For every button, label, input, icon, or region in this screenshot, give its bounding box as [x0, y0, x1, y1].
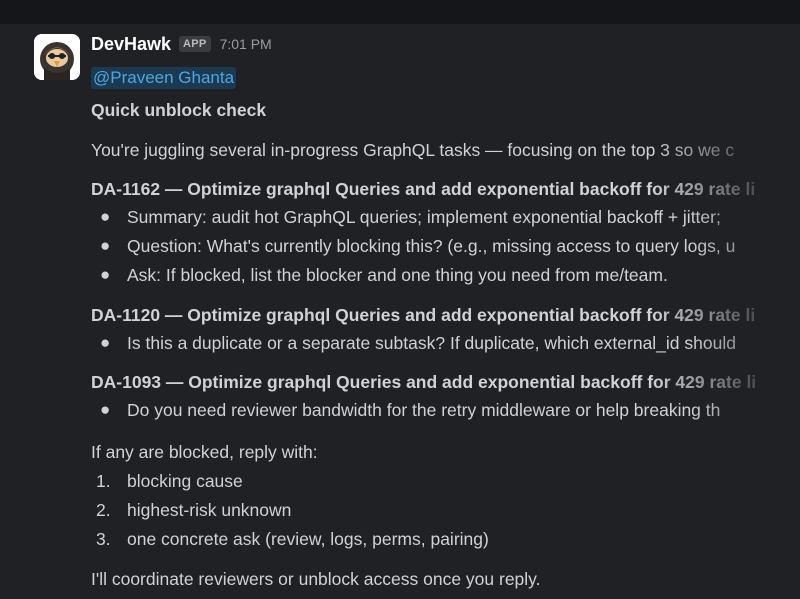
reply-prompt: If any are blocked, reply with: [91, 442, 318, 462]
task-bullet: Summary: audit hot GraphQL queries; impl… [127, 207, 721, 227]
list-number: 3. [96, 529, 111, 549]
hawk-avatar-icon[interactable] [34, 34, 80, 80]
list-item: blocking cause [127, 471, 243, 491]
task-bullet: Do you need reviewer bandwidth for the r… [127, 400, 721, 420]
user-mention[interactable]: @Praveen Ghanta [91, 67, 237, 89]
bullet-dot: ● [100, 207, 111, 226]
timestamp[interactable]: 7:01 PM [220, 36, 272, 52]
closing-text: I'll coordinate reviewers or unblock acc… [91, 569, 541, 589]
task-title: DA-1120 — Optimize graphql Queries and a… [91, 305, 756, 325]
message: DevHawk APP 7:01 PM @Praveen Ghanta Quic… [0, 24, 800, 599]
task-title: DA-1093 — Optimize graphql Queries and a… [91, 372, 757, 392]
list-item: highest-risk unknown [127, 500, 292, 520]
list-number: 1. [96, 471, 111, 491]
bullet-dot: ● [100, 236, 111, 255]
sender-name[interactable]: DevHawk [91, 34, 171, 55]
task-bullet: Is this a duplicate or a separate subtas… [127, 333, 736, 353]
list-item: one concrete ask (review, logs, perms, p… [127, 529, 489, 549]
task-bullet: Ask: If blocked, list the blocker and on… [127, 265, 668, 285]
top-bar [0, 0, 800, 24]
intro-text: You're juggling several in-progress Grap… [91, 140, 735, 160]
bullet-dot: ● [100, 400, 111, 419]
bullet-dot: ● [100, 333, 111, 352]
app-badge: APP [179, 36, 211, 52]
bullet-dot: ● [100, 265, 111, 284]
message-heading: Quick unblock check [91, 100, 267, 120]
list-number: 2. [96, 500, 111, 520]
task-title: DA-1162 — Optimize graphql Queries and a… [91, 179, 756, 199]
task-bullet: Question: What's currently blocking this… [127, 236, 736, 256]
